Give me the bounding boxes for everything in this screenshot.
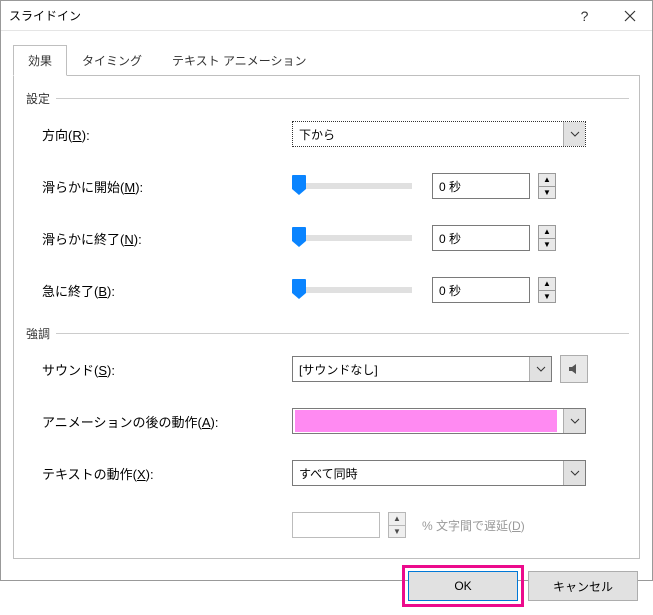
group-settings: 設定	[26, 90, 629, 107]
text-anim-combo[interactable]: すべて同時	[292, 460, 586, 486]
spin-up-icon: ▲	[389, 513, 405, 526]
direction-combo[interactable]: 下から	[292, 121, 586, 147]
after-anim-label: アニメーションの後の動作(A):	[42, 412, 292, 431]
cancel-button[interactable]: キャンセル	[528, 571, 638, 601]
bounce-end-spinner[interactable]: ▲▼	[538, 277, 556, 303]
smooth-start-slider[interactable]	[292, 183, 412, 189]
slider-thumb[interactable]	[292, 175, 306, 195]
spin-up-icon[interactable]: ▲	[539, 278, 555, 291]
spin-down-icon[interactable]: ▼	[539, 187, 555, 199]
dialog-footer: OK キャンセル	[1, 559, 652, 615]
help-button[interactable]: ?	[562, 1, 607, 31]
tab-effect[interactable]: 効果	[13, 45, 67, 76]
slider-thumb[interactable]	[292, 227, 306, 247]
sound-label: サウンド(S):	[42, 360, 292, 379]
effect-panel: 設定 方向(R): 下から 滑らかに開始(M): 0 秒 ▲▼ 滑	[13, 75, 640, 559]
close-icon	[624, 10, 636, 22]
spin-up-icon[interactable]: ▲	[539, 226, 555, 239]
smooth-end-label: 滑らかに終了(N):	[42, 229, 292, 248]
after-anim-color-swatch	[295, 410, 557, 432]
smooth-start-value[interactable]: 0 秒	[432, 173, 530, 199]
tab-text-animation[interactable]: テキスト アニメーション	[157, 45, 322, 76]
chevron-down-icon[interactable]	[563, 409, 585, 433]
chevron-down-icon[interactable]	[563, 122, 585, 146]
bounce-end-slider[interactable]	[292, 287, 412, 293]
spin-up-icon[interactable]: ▲	[539, 174, 555, 187]
ok-button[interactable]: OK	[408, 571, 518, 601]
bounce-end-value[interactable]: 0 秒	[432, 277, 530, 303]
window-title: スライドイン	[9, 7, 562, 24]
smooth-start-label: 滑らかに開始(M):	[42, 177, 292, 196]
chevron-down-icon[interactable]	[563, 461, 585, 485]
titlebar: スライドイン ?	[1, 1, 652, 31]
bounce-end-label: 急に終了(B):	[42, 281, 292, 300]
sound-preview-button[interactable]	[560, 355, 588, 383]
delay-pct-value	[292, 512, 380, 538]
close-button[interactable]	[607, 1, 652, 31]
speaker-icon	[567, 362, 581, 376]
spin-down-icon[interactable]: ▼	[539, 239, 555, 251]
smooth-end-slider[interactable]	[292, 235, 412, 241]
chevron-down-icon[interactable]	[529, 357, 551, 381]
spin-down-icon: ▼	[389, 526, 405, 538]
slider-thumb[interactable]	[292, 279, 306, 299]
smooth-end-value[interactable]: 0 秒	[432, 225, 530, 251]
smooth-start-spinner[interactable]: ▲▼	[538, 173, 556, 199]
sound-combo[interactable]: [サウンドなし]	[292, 356, 552, 382]
direction-label: 方向(R):	[42, 125, 292, 144]
group-emphasis: 強調	[26, 325, 629, 342]
text-anim-label: テキストの動作(X):	[42, 464, 292, 483]
smooth-end-spinner[interactable]: ▲▼	[538, 225, 556, 251]
after-anim-combo[interactable]	[292, 408, 586, 434]
tab-timing[interactable]: タイミング	[67, 45, 157, 76]
delay-pct-label: % 文字間で遅延(D)	[422, 517, 525, 534]
tab-bar: 効果 タイミング テキスト アニメーション	[13, 45, 640, 76]
spin-down-icon[interactable]: ▼	[539, 291, 555, 303]
delay-pct-spinner: ▲▼	[388, 512, 406, 538]
